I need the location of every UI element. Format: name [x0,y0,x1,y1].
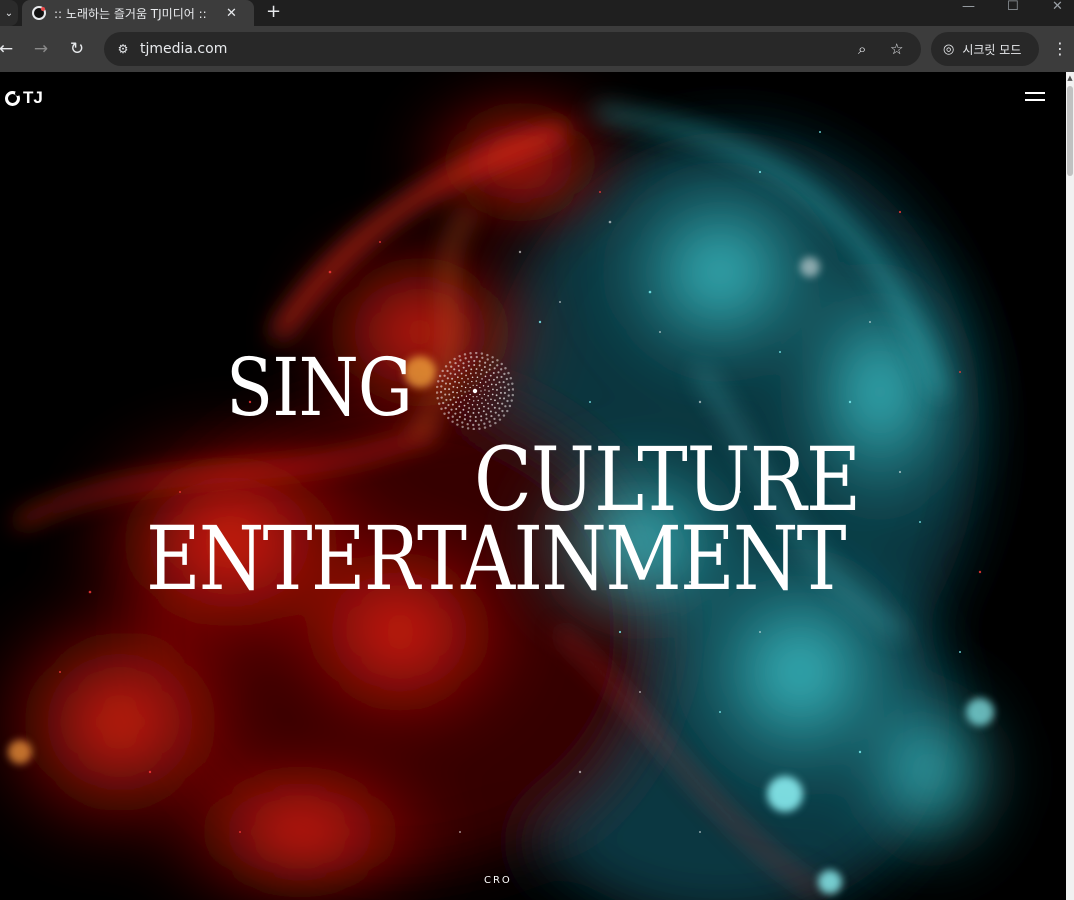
incognito-icon: ◎ [943,41,955,57]
tab-title: :: 노래하는 즐거움 TJ미디어 :: [54,6,207,21]
reload-icon: ↻ [69,39,85,59]
more-vertical-icon[interactable]: ⋮ [1051,26,1069,72]
browser-toolbar: ← → ↻ ⚙ tjmedia.com ⌕ ☆ ◎ 시크릿 모드 ⋮ [0,26,1074,72]
forward-button[interactable]: → [29,26,53,72]
close-icon[interactable]: ✕ [226,6,237,21]
tj-logo[interactable]: TJ [5,88,43,108]
url-text[interactable]: tjmedia.com [140,32,227,66]
incognito-indicator[interactable]: ◎ 시크릿 모드 [931,32,1039,66]
reload-button[interactable]: ↻ [65,26,89,72]
back-button[interactable]: ← [0,26,18,72]
close-icon: ✕ [1052,0,1063,14]
logo-text: TJ [23,88,43,107]
hamburger-menu-button[interactable] [1025,92,1045,106]
zoom-icon[interactable]: ⌕ [858,32,866,66]
headline-sing: SING [226,341,413,434]
scroll-up-arrow-icon[interactable]: ▲ [1066,74,1074,82]
logo-ring-icon [5,90,20,106]
new-tab-button[interactable]: + [266,0,281,26]
forward-arrow-icon: → [33,39,49,59]
plus-icon: + [266,1,282,22]
minimize-icon: — [962,0,975,14]
site-info-icon[interactable]: ⚙ [112,38,134,60]
maximize-button[interactable]: ☐ [1007,0,1019,26]
back-arrow-icon: ← [0,39,14,59]
minimize-button[interactable]: — [962,0,975,26]
tab-strip: ⌄ :: 노래하는 즐거움 TJ미디어 :: ✕ + — ☐ ✕ [0,0,1074,26]
star-icon[interactable]: ☆ [890,32,903,66]
tab-search-button[interactable]: ⌄ [0,0,18,26]
maximize-icon: ☐ [1007,0,1019,14]
incognito-label: 시크릿 모드 [962,42,1022,57]
scroll-hint: CRO [484,875,512,886]
hamburger-icon-line [1025,99,1045,101]
dot-spiral-icon [436,352,514,430]
browser-tab[interactable]: :: 노래하는 즐거움 TJ미디어 :: ✕ [22,0,254,26]
close-window-button[interactable]: ✕ [1052,0,1063,26]
page-scrollbar[interactable]: ▲ [1066,72,1074,900]
headline-entertainment: ENTERTAINMENT [146,507,847,610]
scrollbar-thumb[interactable] [1067,86,1073,176]
hamburger-icon [1025,92,1045,94]
page-viewport: TJ SING CULTURE ENTERTAINMENT CRO [0,72,1066,900]
tj-favicon-icon [32,6,46,20]
address-bar[interactable]: ⚙ tjmedia.com ⌕ ☆ [104,32,921,66]
